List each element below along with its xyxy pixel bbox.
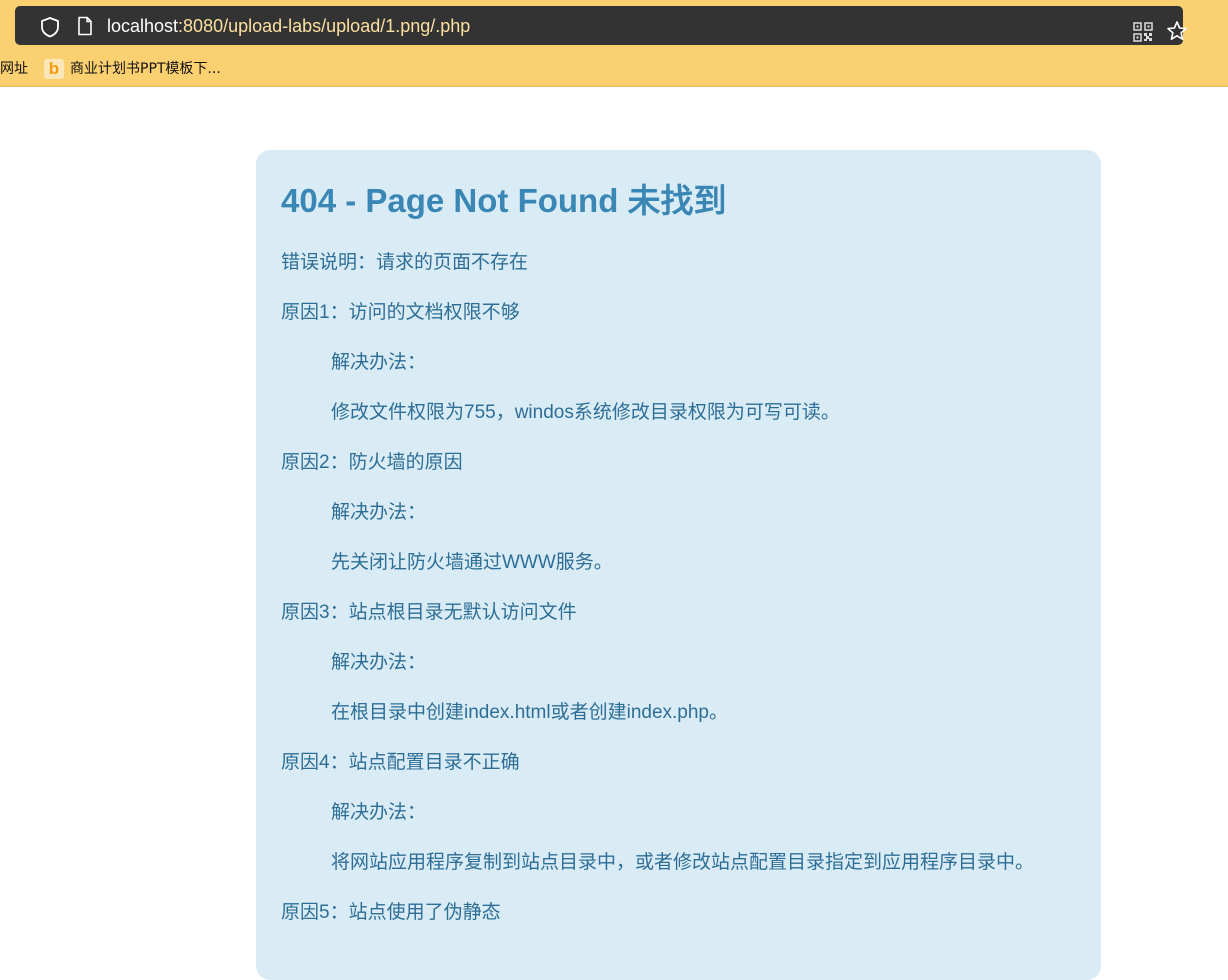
solution-3: 在根目录中创建index.html或者创建index.php。: [331, 702, 728, 723]
url-path: :8080/upload-labs/upload/1.png/.php: [178, 16, 471, 36]
page-icon[interactable]: [76, 16, 94, 36]
solution-label-4: 解决办法：: [331, 802, 427, 823]
error-card: 404 - Page Not Found 未找到 错误说明：请求的页面不存在 原…: [256, 150, 1101, 980]
reason-4: 原因4：站点配置目录不正确: [281, 752, 520, 773]
bing-favicon-icon: b: [44, 59, 64, 79]
url-host: localhost: [107, 16, 179, 36]
qr-code-icon[interactable]: [1133, 22, 1153, 42]
reason-3: 原因3：站点根目录无默认访问文件: [281, 602, 577, 623]
browser-toolbar: localhost:8080/upload-labs/upload/1.png/…: [0, 0, 1228, 87]
reason-5: 原因5：站点使用了伪静态: [281, 902, 501, 923]
solution-label-3: 解决办法：: [331, 652, 427, 673]
url-text[interactable]: localhost:8080/upload-labs/upload/1.png/…: [107, 14, 470, 38]
reason-2: 原因2：防火墙的原因: [281, 452, 463, 473]
address-bar[interactable]: localhost:8080/upload-labs/upload/1.png/…: [15, 6, 1187, 45]
shield-icon[interactable]: [39, 16, 61, 38]
page-title: 404 - Page Not Found 未找到: [281, 182, 727, 219]
solution-2: 先关闭让防火墙通过WWW服务。: [331, 552, 613, 573]
reason-1: 原因1：访问的文档权限不够: [281, 302, 520, 323]
bookmark-item-wangzhi[interactable]: 网址: [0, 58, 28, 80]
star-icon[interactable]: [1166, 20, 1188, 42]
solution-label-1: 解决办法：: [331, 352, 427, 373]
solution-1: 修改文件权限为755，windos系统修改目录权限为可写可读。: [331, 402, 840, 423]
error-description: 错误说明：请求的页面不存在: [281, 252, 529, 273]
bookmark-item-ppt[interactable]: 商业计划书PPT模板下...: [70, 58, 221, 80]
solution-label-2: 解决办法：: [331, 502, 427, 523]
solution-4: 将网站应用程序复制到站点目录中，或者修改站点配置目录指定到应用程序目录中。: [331, 852, 1035, 873]
